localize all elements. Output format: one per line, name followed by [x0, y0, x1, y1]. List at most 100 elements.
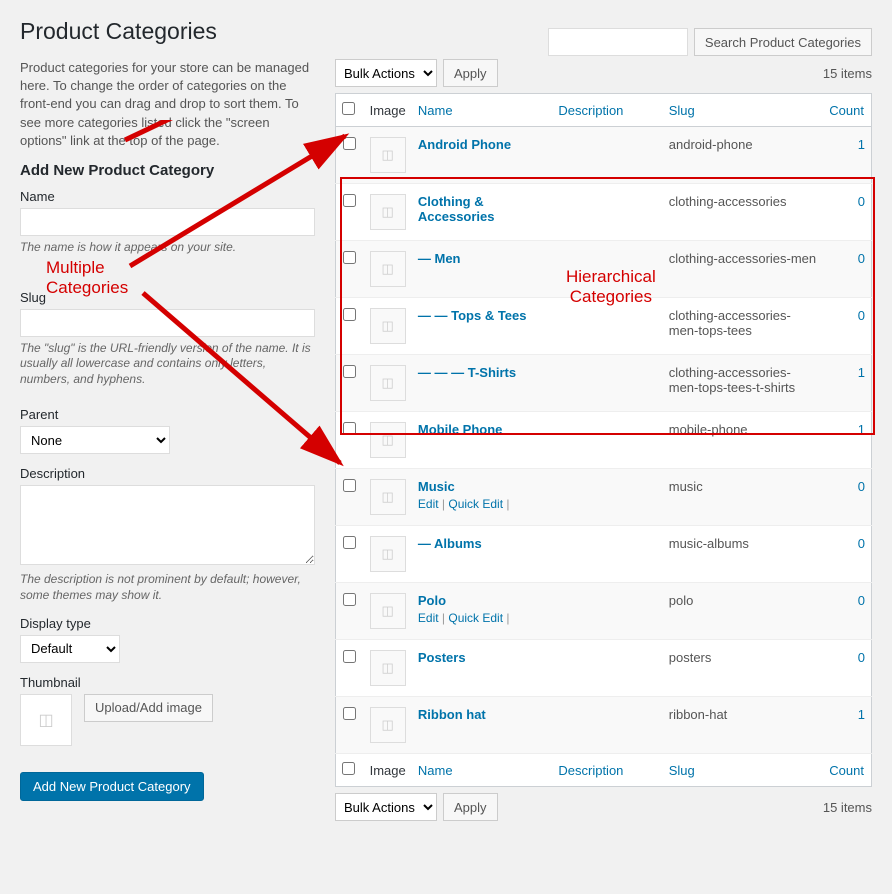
slug-desc: The "slug" is the URL-friendly version o… — [20, 341, 315, 388]
items-count-bottom: 15 items — [823, 800, 872, 815]
row-description — [552, 184, 662, 241]
row-checkbox[interactable] — [343, 194, 356, 207]
items-count-top: 15 items — [823, 66, 872, 81]
col-name[interactable]: Name — [412, 94, 552, 127]
row-checkbox[interactable] — [343, 422, 356, 435]
row-count-link[interactable]: 1 — [858, 707, 865, 722]
row-count-link[interactable]: 0 — [858, 650, 865, 665]
submit-button[interactable]: Add New Product Category — [20, 772, 204, 801]
row-checkbox[interactable] — [343, 593, 356, 606]
category-name-link[interactable]: Ribbon hat — [418, 707, 486, 722]
category-name-link[interactable]: Clothing & Accessories — [418, 194, 495, 224]
category-name-link[interactable]: Polo — [418, 593, 446, 608]
category-name-link[interactable]: — Men — [418, 251, 461, 266]
row-slug: music-albums — [663, 526, 824, 583]
image-icon: ◫ — [370, 536, 406, 572]
row-count-link[interactable]: 0 — [858, 536, 865, 551]
image-icon: ◫ — [370, 479, 406, 515]
categories-table: Image Name Description Slug Count ◫ Andro… — [335, 93, 872, 787]
col-slug-foot[interactable]: Slug — [663, 754, 824, 787]
upload-image-button[interactable]: Upload/Add image — [84, 694, 213, 722]
table-row: ◫ — — Tops & Tees clothing-accessories-men… — [336, 298, 872, 355]
row-description — [552, 526, 662, 583]
row-checkbox[interactable] — [343, 137, 356, 150]
parent-label: Parent — [20, 407, 170, 422]
slug-label: Slug — [20, 290, 315, 305]
display-type-label: Display type — [20, 616, 315, 631]
category-name-link[interactable]: — — Tops & Tees — [418, 308, 527, 323]
col-image-foot: Image — [364, 754, 412, 787]
row-checkbox[interactable] — [343, 251, 356, 264]
row-count-link[interactable]: 0 — [858, 194, 865, 209]
col-image: Image — [364, 94, 412, 127]
row-count-link[interactable]: 1 — [858, 137, 865, 152]
search-button[interactable]: Search Product Categories — [694, 28, 872, 56]
bulk-actions-select-bottom[interactable]: Bulk Actions — [335, 793, 437, 821]
name-desc: The name is how it appears on your site. — [20, 240, 315, 256]
table-row: ◫ Music Edit | Quick Edit | music 0 — [336, 469, 872, 526]
thumbnail-label: Thumbnail — [20, 675, 315, 690]
category-name-link[interactable]: Posters — [418, 650, 466, 665]
image-icon: ◫ — [370, 194, 406, 230]
row-count-link[interactable]: 0 — [858, 593, 865, 608]
table-row: ◫Mobile Phonemobile-phone1 — [336, 412, 872, 469]
parent-select[interactable]: None — [20, 426, 170, 454]
image-icon: ◫ — [38, 710, 53, 730]
row-slug: clothing-accessories-men-tops-tees — [663, 298, 824, 355]
col-count[interactable]: Count — [823, 94, 871, 127]
col-description[interactable]: Description — [552, 94, 662, 127]
row-description — [552, 412, 662, 469]
row-checkbox[interactable] — [343, 479, 356, 492]
row-description — [552, 355, 662, 412]
row-count-link[interactable]: 1 — [858, 422, 865, 437]
row-checkbox[interactable] — [343, 536, 356, 549]
edit-link[interactable]: Edit — [418, 497, 439, 511]
image-icon: ◫ — [370, 137, 406, 173]
select-all-top[interactable] — [342, 102, 355, 115]
table-row: ◫— — — T-Shirtsclothing-accessories-men-… — [336, 355, 872, 412]
row-slug: music — [663, 469, 824, 526]
row-checkbox[interactable] — [343, 707, 356, 720]
row-description — [552, 583, 662, 640]
table-row: ◫Postersposters0 — [336, 640, 872, 697]
col-slug[interactable]: Slug — [663, 94, 824, 127]
slug-input[interactable] — [20, 309, 315, 337]
edit-link[interactable]: Edit — [418, 611, 439, 625]
row-checkbox[interactable] — [343, 308, 356, 321]
name-input[interactable] — [20, 208, 315, 236]
row-checkbox[interactable] — [343, 365, 356, 378]
image-icon: ◫ — [370, 593, 406, 629]
col-name-foot[interactable]: Name — [412, 754, 552, 787]
display-type-select[interactable]: Default — [20, 635, 120, 663]
category-name-link[interactable]: Mobile Phone — [418, 422, 503, 437]
row-slug: ribbon-hat — [663, 697, 824, 754]
category-name-link[interactable]: Android Phone — [418, 137, 511, 152]
category-name-link[interactable]: — Albums — [418, 536, 482, 551]
row-description — [552, 640, 662, 697]
category-name-link[interactable]: — — — T-Shirts — [418, 365, 516, 380]
table-row: ◫ — Albums music-albums 0 — [336, 526, 872, 583]
row-count-link[interactable]: 1 — [858, 365, 865, 380]
category-name-link[interactable]: Music — [418, 479, 455, 494]
col-description-foot[interactable]: Description — [552, 754, 662, 787]
apply-button-bottom[interactable]: Apply — [443, 793, 498, 821]
row-slug: polo — [663, 583, 824, 640]
col-count-foot[interactable]: Count — [823, 754, 871, 787]
row-count-link[interactable]: 0 — [858, 308, 865, 323]
quick-edit-link[interactable]: Quick Edit — [448, 497, 503, 511]
row-count-link[interactable]: 0 — [858, 251, 865, 266]
thumbnail-placeholder: ◫ — [20, 694, 72, 746]
search-input[interactable] — [548, 28, 688, 56]
row-count-link[interactable]: 0 — [858, 479, 865, 494]
apply-button-top[interactable]: Apply — [443, 59, 498, 87]
quick-edit-link[interactable]: Quick Edit — [448, 611, 503, 625]
description-textarea[interactable] — [20, 485, 315, 565]
row-description — [552, 127, 662, 184]
select-all-bottom[interactable] — [342, 762, 355, 775]
name-label: Name — [20, 189, 315, 204]
row-checkbox[interactable] — [343, 650, 356, 663]
table-row: ◫Clothing & Accessoriesclothing-accessor… — [336, 184, 872, 241]
bulk-actions-select-top[interactable]: Bulk Actions — [335, 59, 437, 87]
image-icon: ◫ — [370, 308, 406, 344]
row-actions: Edit | Quick Edit | — [418, 497, 546, 511]
